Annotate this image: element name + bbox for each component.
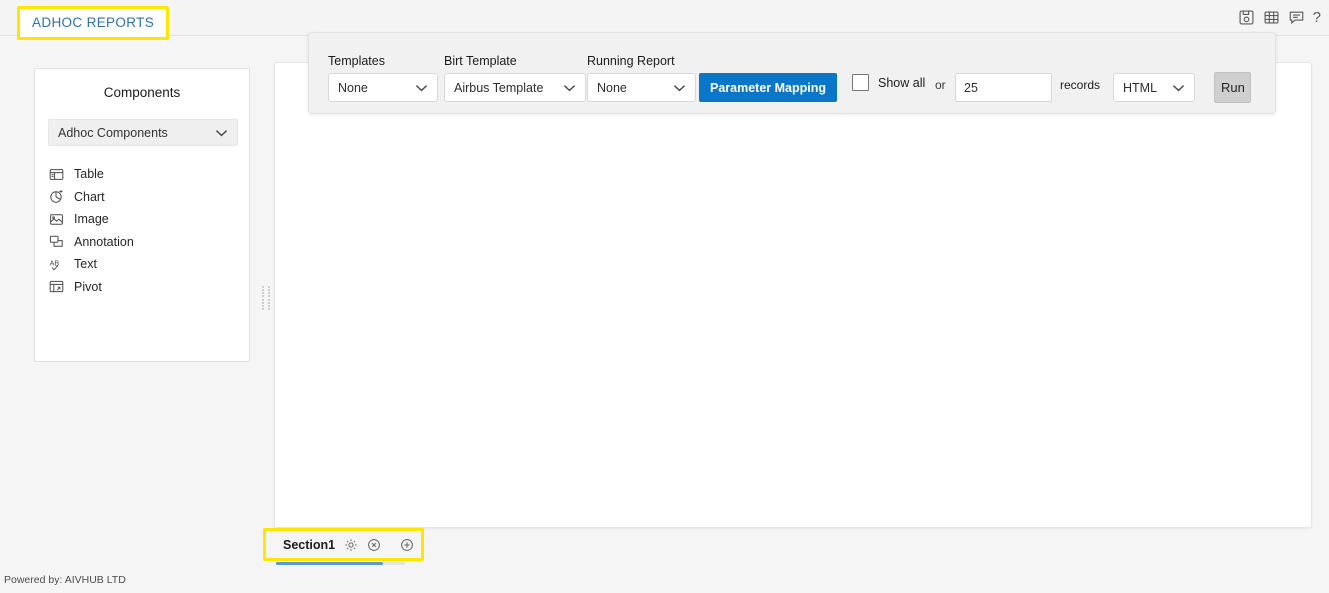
help-icon[interactable]: ? [1313,9,1321,26]
chevron-down-icon [415,84,428,92]
component-label: Text [74,257,97,272]
running-report-value: None [597,80,627,95]
section-tab-label: Section1 [283,537,336,552]
templates-value: None [338,80,368,95]
component-item-pivot[interactable]: Pivot [49,276,239,299]
running-report-group: Running Report None [587,54,696,102]
component-label: Chart [74,189,105,204]
header-icon-group: ? [1238,9,1321,26]
running-report-dropdown[interactable]: None [587,73,696,102]
pie-chart-icon [49,189,64,204]
component-item-text[interactable]: AB Text [49,253,239,276]
component-label: Pivot [74,279,102,294]
save-icon[interactable] [1238,9,1255,26]
image-icon [49,212,64,227]
brand-highlight-box: ADHOC REPORTS [17,6,170,40]
chevron-down-icon [215,129,228,137]
tab-underline-track [383,562,405,565]
birt-template-label: Birt Template [444,54,517,68]
component-label: Image [74,212,109,227]
component-list: Table Chart Image Annotation AB Text Piv… [49,163,239,298]
active-tab-underline [276,562,383,565]
adhoc-components-dropdown[interactable]: Adhoc Components [48,119,238,146]
birt-template-group: Birt Template Airbus Template [444,54,586,102]
run-button[interactable]: Run [1214,72,1251,103]
report-toolbar: Templates None Birt Template Airbus Temp… [308,32,1276,114]
output-format-dropdown[interactable]: HTML [1113,73,1195,102]
page-title: ADHOC REPORTS [32,15,155,30]
pivot-table-icon [49,279,64,294]
component-item-annotation[interactable]: Annotation [49,231,239,254]
show-all-label: Show all [878,75,926,90]
templates-group: Templates None [328,54,438,102]
component-item-image[interactable]: Image [49,208,239,231]
output-format-value: HTML [1123,80,1158,95]
section-tab-highlight-box: Section1 [263,528,424,561]
templates-label: Templates [328,54,385,68]
adhoc-reports-page: ADHOC REPORTS ? Components Adhoc Compone… [0,0,1329,593]
components-panel: Components Adhoc Components Table Chart … [34,68,250,362]
chevron-down-icon [1172,84,1185,92]
chevron-down-icon [673,84,686,92]
annotation-icon [49,234,64,249]
panel-resize-handle[interactable] [261,285,271,311]
table-icon [49,167,64,182]
records-label: records [1060,78,1101,92]
show-all-checkbox[interactable] [852,74,869,91]
adhoc-components-value: Adhoc Components [58,125,168,140]
chevron-down-icon [563,84,576,92]
show-all-control[interactable]: Show all [852,74,925,91]
top-header-bar: ADHOC REPORTS ? [0,0,1329,40]
birt-template-value: Airbus Template [454,80,544,95]
templates-dropdown[interactable]: None [328,73,438,102]
close-circle-icon[interactable] [367,538,381,552]
add-circle-icon[interactable] [400,538,414,552]
components-panel-title: Components [103,85,181,100]
running-report-label: Running Report [587,54,675,68]
report-design-canvas[interactable] [274,62,1312,528]
comment-icon[interactable] [1288,9,1305,26]
text-spellcheck-icon: AB [49,257,64,272]
component-item-table[interactable]: Table [49,163,239,186]
component-label: Annotation [74,234,134,249]
component-item-chart[interactable]: Chart [49,186,239,209]
or-label: or [935,78,946,92]
birt-template-dropdown[interactable]: Airbus Template [444,73,586,102]
parameter-mapping-button[interactable]: Parameter Mapping [699,73,837,102]
footer-credit: Powered by: AIVHUB LTD [4,574,126,586]
records-count-input[interactable] [955,73,1052,102]
table-grid-icon[interactable] [1263,9,1280,26]
gear-icon[interactable] [344,538,358,552]
component-label: Table [74,167,104,182]
section-tab[interactable]: Section1 [266,531,421,558]
